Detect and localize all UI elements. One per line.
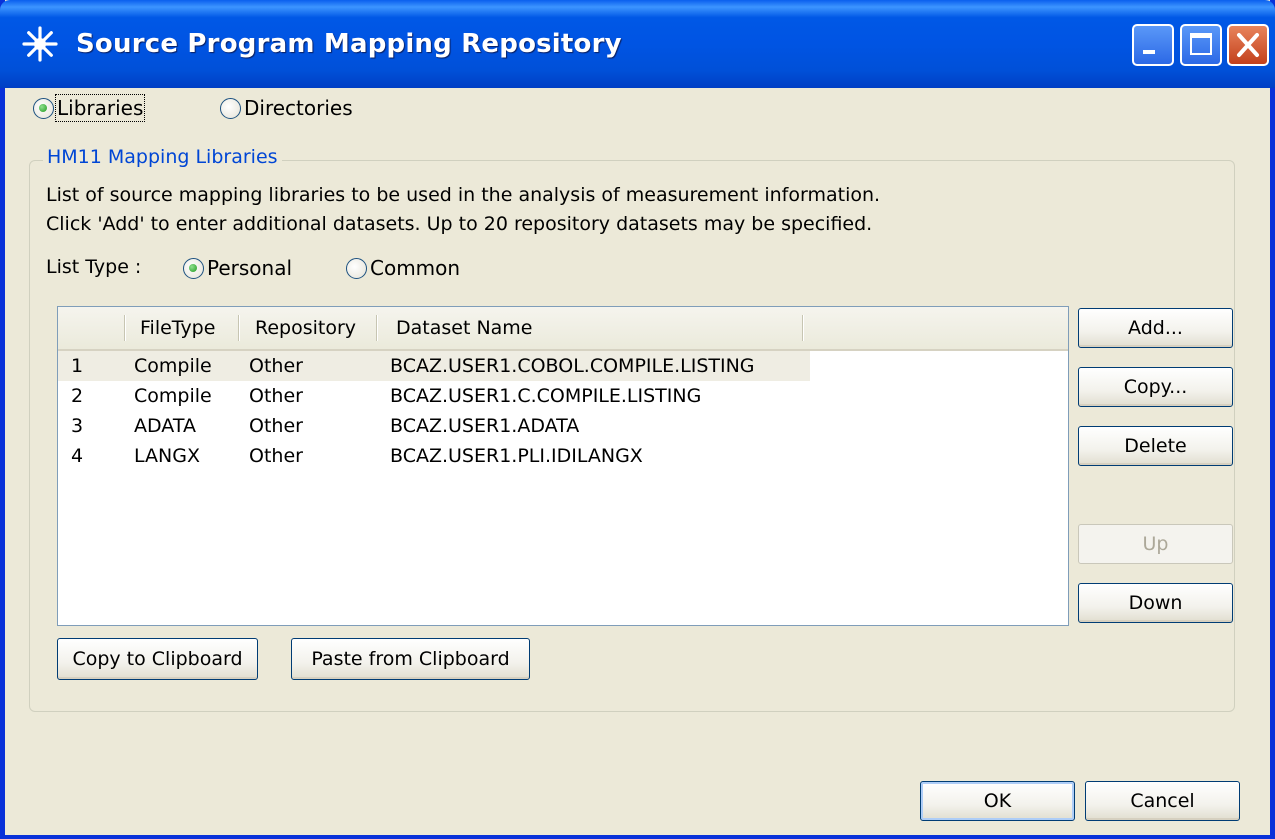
delete-button[interactable]: Delete — [1078, 426, 1233, 466]
column-divider[interactable] — [124, 315, 125, 341]
libraries-label: Libraries — [54, 94, 146, 122]
table-row[interactable]: 3 ADATA Other BCAZ.USER1.ADATA — [58, 411, 858, 441]
maximize-icon — [1190, 33, 1212, 55]
directories-label: Directories — [244, 96, 353, 120]
row-number: 2 — [71, 385, 84, 407]
column-divider[interactable] — [802, 315, 803, 341]
close-icon — [1237, 33, 1259, 57]
up-button[interactable]: Up — [1078, 524, 1233, 564]
row-filetype: LANGX — [134, 445, 200, 467]
row-number: 4 — [71, 445, 84, 467]
description-line-2: Click 'Add' to enter additional datasets… — [46, 213, 873, 235]
app-icon — [22, 26, 58, 62]
group-title: HM11 Mapping Libraries — [43, 146, 282, 168]
row-dataset-name: BCAZ.USER1.COBOL.COMPILE.LISTING — [390, 355, 755, 377]
row-dataset-name: BCAZ.USER1.C.COMPILE.LISTING — [390, 385, 702, 407]
table-header: FileType Repository Dataset Name — [58, 307, 1068, 351]
row-number: 3 — [71, 415, 84, 437]
table-row[interactable]: 1 Compile Other BCAZ.USER1.COBOL.COMPILE… — [58, 351, 810, 381]
directories-radio[interactable]: Directories — [220, 96, 353, 120]
column-header-repository[interactable]: Repository — [255, 307, 356, 349]
list-type-label: List Type : — [46, 256, 142, 278]
row-filetype: ADATA — [134, 415, 196, 437]
dialog-window: Source Program Mapping Repository Librar… — [0, 0, 1275, 839]
copy-to-clipboard-button[interactable]: Copy to Clipboard — [57, 638, 258, 680]
add-button[interactable]: Add... — [1078, 308, 1233, 348]
row-repository: Other — [249, 355, 303, 377]
paste-from-clipboard-button[interactable]: Paste from Clipboard — [291, 638, 530, 680]
row-repository: Other — [249, 385, 303, 407]
row-repository: Other — [249, 445, 303, 467]
column-divider[interactable] — [238, 315, 239, 341]
minimize-icon — [1143, 50, 1155, 54]
ok-button[interactable]: OK — [920, 781, 1075, 821]
row-dataset-name: BCAZ.USER1.PLI.IDILANGX — [390, 445, 643, 467]
table-row[interactable]: 2 Compile Other BCAZ.USER1.C.COMPILE.LIS… — [58, 381, 858, 411]
column-header-filetype[interactable]: FileType — [140, 307, 215, 349]
table-row[interactable]: 4 LANGX Other BCAZ.USER1.PLI.IDILANGX — [58, 441, 858, 471]
personal-radio-circle[interactable] — [183, 257, 204, 279]
row-repository: Other — [249, 415, 303, 437]
libraries-radio[interactable]: Libraries — [33, 94, 146, 122]
minimize-button[interactable] — [1132, 24, 1174, 66]
column-divider[interactable] — [376, 315, 377, 341]
description-line-1: List of source mapping libraries to be u… — [46, 184, 881, 206]
row-filetype: Compile — [134, 355, 212, 377]
common-radio-circle[interactable] — [346, 257, 367, 279]
personal-radio[interactable]: Personal — [183, 256, 292, 280]
row-filetype: Compile — [134, 385, 212, 407]
common-label: Common — [370, 256, 461, 280]
row-number: 1 — [71, 355, 84, 377]
maximize-button[interactable] — [1180, 24, 1222, 66]
column-header-dataset-name[interactable]: Dataset Name — [396, 307, 533, 349]
down-button[interactable]: Down — [1078, 583, 1233, 623]
directories-radio-circle[interactable] — [220, 97, 241, 119]
window-title: Source Program Mapping Repository — [76, 29, 622, 59]
close-button[interactable] — [1227, 24, 1269, 66]
title-bar[interactable]: Source Program Mapping Repository — [0, 0, 1275, 88]
copy-button[interactable]: Copy... — [1078, 367, 1233, 407]
libraries-radio-circle[interactable] — [33, 97, 54, 119]
common-radio[interactable]: Common — [346, 256, 460, 280]
cancel-button[interactable]: Cancel — [1085, 781, 1240, 821]
personal-label: Personal — [207, 256, 293, 280]
mapping-table[interactable]: FileType Repository Dataset Name 1 Compi… — [57, 306, 1069, 626]
row-dataset-name: BCAZ.USER1.ADATA — [390, 415, 580, 437]
